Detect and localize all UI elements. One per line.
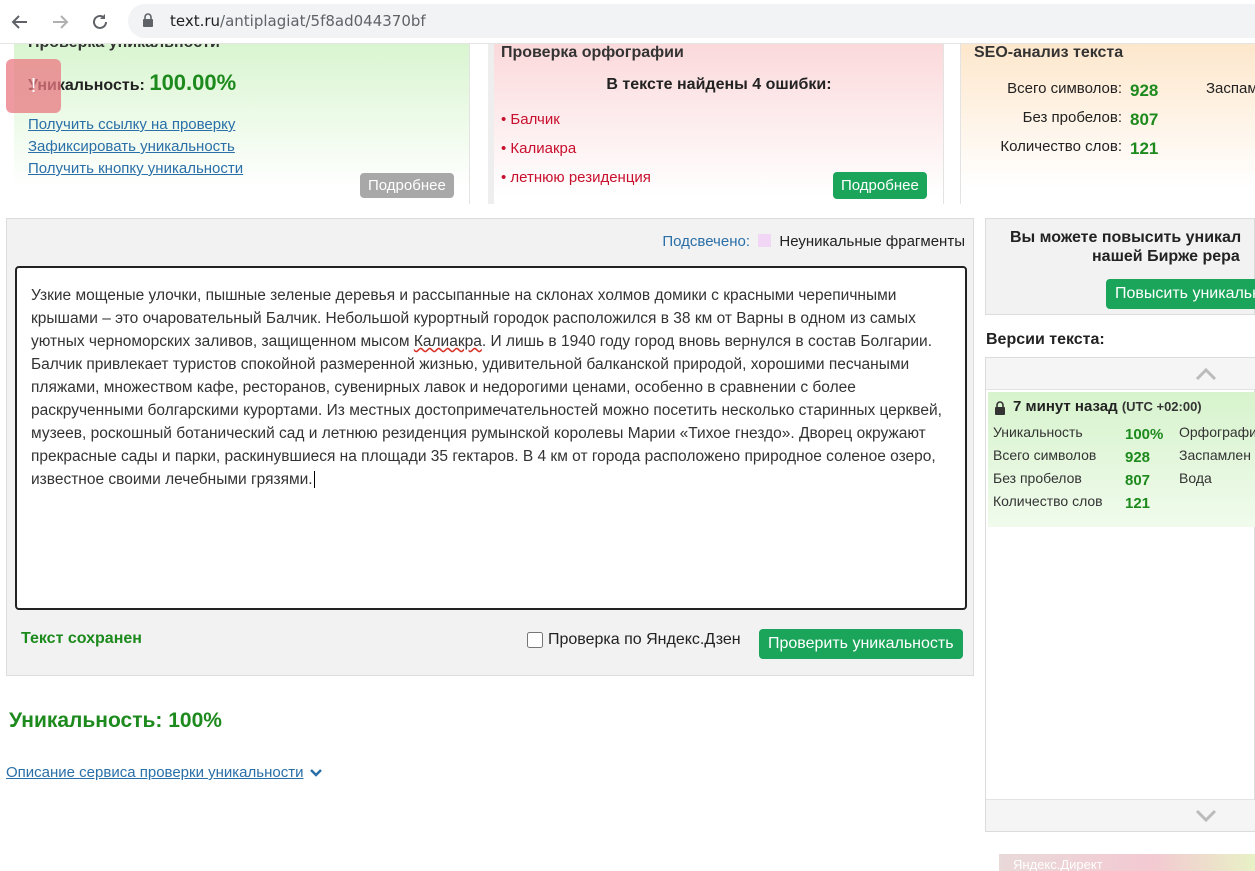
boost-text-line2: нашей Бирже рера (1092, 248, 1240, 265)
service-description-toggle[interactable]: Описание сервиса проверки уникальности (6, 764, 323, 781)
version-item[interactable]: 7 минут назад (UTC +02:00) Уникальность … (988, 392, 1255, 527)
seo-total-chars-value: 928 (1130, 81, 1159, 100)
zen-check-option[interactable]: Проверка по Яндекс.Дзен (527, 631, 741, 649)
boost-uniqueness-panel: Вы можете повысить уникал нашей Бирже ре… (985, 218, 1255, 315)
forward-arrow-icon (53, 15, 69, 29)
forward-button[interactable] (46, 8, 74, 36)
version-time-text: 7 минут назад (1013, 398, 1118, 415)
version-uniqueness-label: Уникальность (993, 424, 1083, 440)
uniqueness-panel-title: Проверка уникальности (28, 44, 220, 52)
version-water-label: Вода (1179, 470, 1212, 486)
address-bar[interactable]: text.ru/antiplagiat/5f8ad044370bf (128, 4, 1255, 38)
badge-glyph: ! (30, 75, 37, 97)
url-text: text.ru/antiplagiat/5f8ad044370bf (170, 12, 426, 30)
browser-toolbar: text.ru/antiplagiat/5f8ad044370bf (0, 0, 1255, 44)
spelling-error-item[interactable]: • летнюю резиденция (501, 169, 651, 186)
lock-icon (995, 401, 1005, 415)
version-total-chars-value: 928 (1125, 449, 1151, 466)
boost-text-line1: Вы можете повысить уникал (1010, 229, 1242, 246)
back-button[interactable] (6, 8, 34, 36)
versions-title: Версии текста: (986, 331, 1105, 348)
highlight-desc: Неуникальные фрагменты (779, 233, 965, 250)
seo-total-chars-label: Всего символов: (1007, 80, 1122, 97)
spelling-error-text: летнюю резиденция (510, 169, 651, 186)
zen-checkbox-label: Проверка по Яндекс.Дзен (548, 631, 741, 648)
version-spelling-label: Орфографи (1179, 424, 1255, 440)
scroll-top-badge[interactable]: ! (6, 59, 61, 113)
highlight-swatch (758, 234, 772, 247)
spelling-panel: Проверка орфографии В тексте найдены 4 о… (488, 44, 944, 204)
uniqueness-more-button[interactable]: Подробнее (360, 173, 454, 198)
versions-scroll-down[interactable] (986, 799, 1255, 831)
reload-icon (93, 14, 107, 29)
spelling-more-button[interactable]: Подробнее (833, 172, 927, 199)
text-editor[interactable]: Узкие мощеные улочки, пышные зеленые дер… (15, 266, 967, 610)
back-arrow-icon (11, 15, 27, 29)
highlight-legend: Подсвечено: Неуникальные фрагменты (662, 233, 965, 250)
version-word-count-label: Количество слов (993, 493, 1103, 509)
spelling-panel-title: Проверка орфографии (501, 44, 684, 61)
misspelled-word[interactable]: Калиакра (414, 333, 482, 350)
seo-word-count-value: 121 (1130, 139, 1159, 158)
seo-panel-title: SEO-анализ текста (974, 44, 1124, 61)
get-uniqueness-button-link[interactable]: Получить кнопку уникальности (28, 160, 243, 177)
spelling-subtitle: В тексте найдены 4 ошибки: (606, 76, 832, 93)
service-description-link[interactable]: Описание сервиса проверки уникальности (6, 764, 303, 781)
highlight-label: Подсвечено: (662, 233, 751, 250)
seo-spam-label: Заспам (1206, 80, 1255, 97)
get-check-link[interactable]: Получить ссылку на проверку (28, 116, 235, 133)
version-word-count-value: 121 (1125, 495, 1151, 512)
seo-word-count-label: Количество слов: (1000, 138, 1122, 155)
version-total-chars-label: Всего символов (993, 447, 1097, 463)
chevron-down-icon (1195, 809, 1217, 823)
version-no-spaces-value: 807 (1125, 472, 1151, 489)
text-cursor (313, 471, 315, 488)
check-uniqueness-button[interactable]: Проверить уникальность (759, 629, 963, 659)
reload-button[interactable] (86, 8, 114, 36)
version-time: 7 минут назад (UTC +02:00) (1013, 398, 1202, 415)
fix-uniqueness-link[interactable]: Зафиксировать уникальность (28, 138, 235, 155)
versions-scroll-up[interactable] (986, 358, 1255, 390)
spelling-error-text: Балчик (510, 111, 560, 128)
version-timezone: (UTC +02:00) (1121, 399, 1202, 414)
spelling-error-item[interactable]: • Калиакра (501, 140, 576, 157)
chevron-up-icon (1195, 367, 1217, 381)
editor-container: Подсвечено: Неуникальные фрагменты Узкие… (6, 218, 974, 676)
ad-label: Яндекс.Директ (1013, 857, 1103, 871)
zen-checkbox[interactable] (527, 632, 543, 648)
version-spam-label: Заспамлен (1179, 447, 1251, 463)
uniqueness-panel: Проверка уникальности Уникальность: 100.… (14, 44, 470, 204)
version-uniqueness-value: 100% (1125, 426, 1164, 443)
uniqueness-value: 100.00% (149, 70, 237, 95)
lock-icon (143, 13, 153, 27)
spelling-error-item[interactable]: • Балчик (501, 111, 560, 128)
chevron-down-icon (310, 768, 323, 777)
seo-panel: SEO-анализ текста Всего символов: 928 Бе… (960, 44, 1255, 204)
saved-status: Текст сохранен (21, 630, 142, 647)
versions-list: 7 минут назад (UTC +02:00) Уникальность … (985, 357, 1255, 832)
ad-banner[interactable]: Яндекс.Директ (999, 854, 1255, 871)
uniqueness-result: Уникальность: 100% (9, 709, 222, 732)
boost-uniqueness-button[interactable]: Повысить уникальн (1106, 279, 1255, 309)
spelling-error-text: Калиакра (510, 140, 577, 157)
version-no-spaces-label: Без пробелов (993, 470, 1082, 486)
seo-no-spaces-label: Без пробелов: (1022, 109, 1122, 126)
seo-no-spaces-value: 807 (1130, 110, 1159, 129)
editor-text-end: . И лишь в 1940 году город вновь вернулс… (31, 333, 942, 488)
